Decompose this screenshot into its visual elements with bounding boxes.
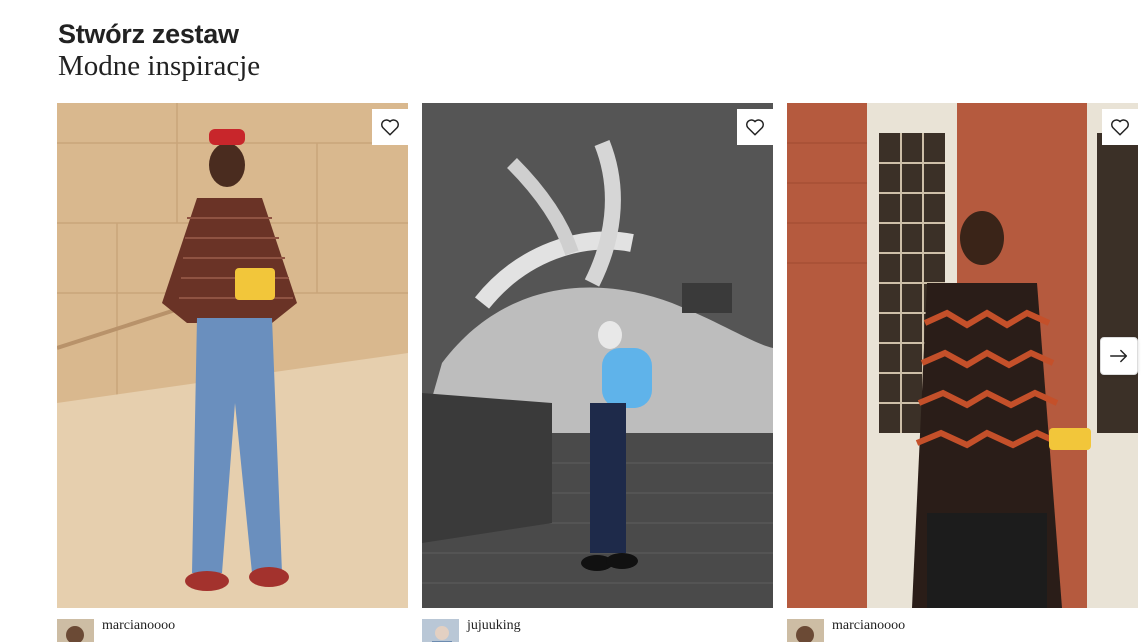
outfit-card[interactable]: marcianoooo (57, 103, 408, 642)
avatar[interactable] (422, 619, 459, 642)
outfit-photo[interactable] (787, 103, 1138, 608)
arrow-right-icon (1110, 349, 1128, 363)
heart-outline-icon (381, 119, 399, 136)
outfit-photo[interactable] (57, 103, 408, 608)
favorite-button[interactable] (737, 109, 773, 145)
carousel-next-button[interactable] (1100, 337, 1138, 375)
section-title: Stwórz zestaw (58, 19, 239, 49)
heart-outline-icon (746, 119, 764, 136)
avatar[interactable] (57, 619, 94, 642)
inspiration-carousel: marcianoooo jujuuking marcianoooo (57, 103, 1148, 642)
section-subtitle: Modne inspiracje (58, 50, 261, 82)
outfit-photo-image (787, 103, 1138, 608)
outfit-card[interactable]: marcianoooo (787, 103, 1138, 642)
section-heading: Stwórz zestaw Modne inspiracje (58, 18, 260, 82)
heart-outline-icon (1111, 119, 1129, 136)
card-author[interactable]: marcianoooo (787, 616, 1138, 642)
author-username[interactable]: marcianoooo (102, 618, 175, 634)
card-author[interactable]: marcianoooo (57, 616, 408, 642)
outfit-card[interactable]: jujuuking (422, 103, 773, 642)
outfit-photo-image (422, 103, 773, 608)
favorite-button[interactable] (372, 109, 408, 145)
outfit-photo[interactable] (422, 103, 773, 608)
author-username[interactable]: jujuuking (467, 618, 521, 634)
avatar[interactable] (787, 619, 824, 642)
favorite-button[interactable] (1102, 109, 1138, 145)
author-username[interactable]: marcianoooo (832, 618, 905, 634)
outfit-photo-image (57, 103, 408, 608)
card-author[interactable]: jujuuking (422, 616, 773, 642)
